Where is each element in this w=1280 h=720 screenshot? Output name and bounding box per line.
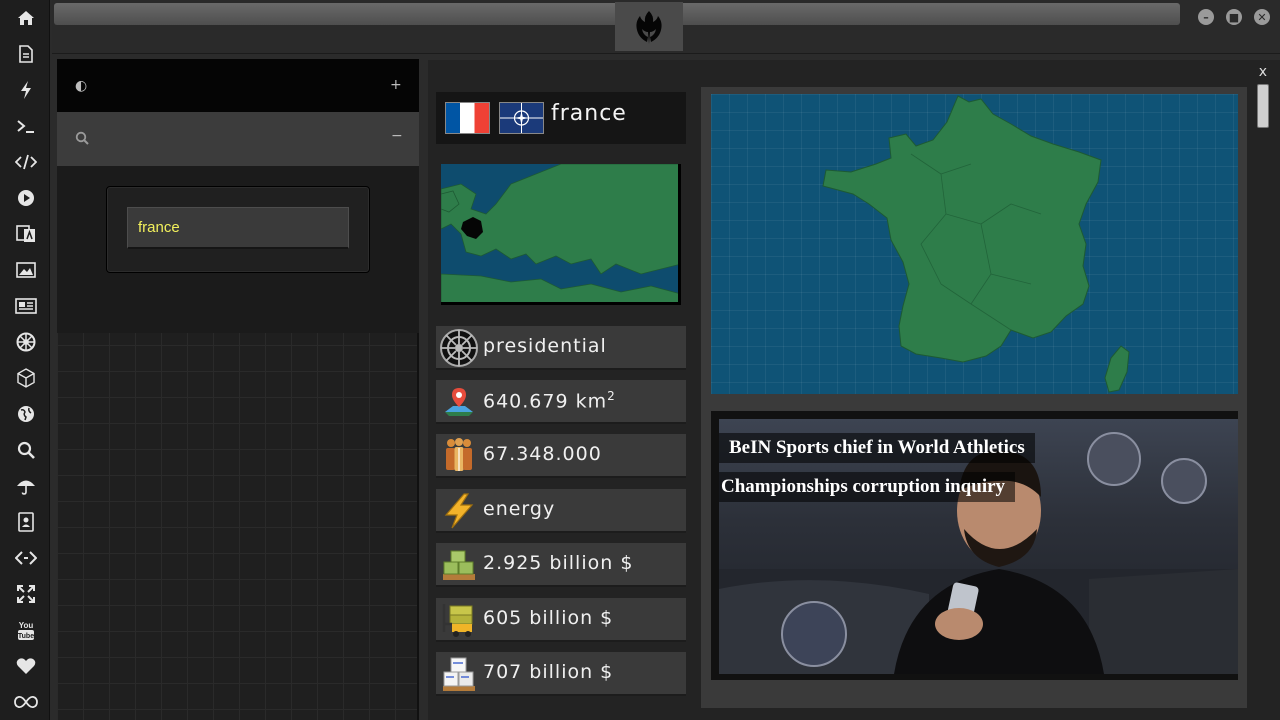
svg-text:Tube: Tube xyxy=(18,633,34,640)
translate-icon[interactable] xyxy=(13,221,39,247)
empire-icon[interactable] xyxy=(13,329,39,355)
locator-map xyxy=(441,164,681,305)
resource-stat: energy xyxy=(436,489,686,533)
population-value: 67.348.000 xyxy=(483,443,602,465)
france-flag-icon xyxy=(445,102,490,134)
heart-icon[interactable] xyxy=(13,653,39,679)
people-icon xyxy=(439,436,479,476)
money-stack-icon xyxy=(439,545,479,585)
gdp-stat: 2.925 billion $ xyxy=(436,543,686,587)
rebel-alliance-icon xyxy=(636,10,662,44)
home-icon[interactable] xyxy=(13,5,39,31)
lightning-icon[interactable] xyxy=(13,77,39,103)
lightning-icon xyxy=(439,491,479,531)
resource-value: energy xyxy=(483,498,556,520)
code-icon[interactable] xyxy=(13,149,39,175)
close-panel-button[interactable]: x xyxy=(1259,64,1267,80)
boxes-icon xyxy=(439,654,479,694)
empire-icon xyxy=(439,328,479,368)
image-icon[interactable] xyxy=(13,257,39,283)
country-header: france xyxy=(436,92,686,144)
forklift-icon xyxy=(439,600,479,640)
search-body xyxy=(57,166,419,333)
government-stat: presidential xyxy=(436,326,686,370)
contacts-icon[interactable] xyxy=(13,509,39,535)
icon-rail: You Tube xyxy=(0,0,50,720)
panel-header: ◐ + xyxy=(57,59,419,112)
expand-icon[interactable] xyxy=(13,581,39,607)
scrollbar-thumb[interactable] xyxy=(1257,84,1269,128)
newspaper-icon[interactable] xyxy=(13,293,39,319)
youtube-icon[interactable]: You Tube xyxy=(13,617,39,643)
polygon-icon[interactable] xyxy=(13,365,39,391)
country-search-input[interactable] xyxy=(127,207,349,249)
maximize-button[interactable]: ■ xyxy=(1226,9,1242,25)
close-window-button[interactable]: ✕ xyxy=(1254,9,1270,25)
document-icon[interactable] xyxy=(13,41,39,67)
rebel-alliance-logo xyxy=(615,2,683,51)
code-brackets-icon[interactable] xyxy=(13,545,39,571)
contrast-icon[interactable]: ◐ xyxy=(75,78,87,94)
news-headline-line2: Championships corruption inquiry xyxy=(719,472,1016,502)
map-pin-icon xyxy=(439,382,479,422)
area-unit-exponent: 2 xyxy=(607,389,616,403)
gdp-value: 2.925 billion $ xyxy=(483,552,634,574)
svg-text:You: You xyxy=(19,621,34,630)
nato-flag-icon xyxy=(499,102,544,134)
population-stat: 67.348.000 xyxy=(436,434,686,478)
country-map[interactable] xyxy=(711,94,1238,394)
search-icon[interactable] xyxy=(75,131,89,149)
search-box xyxy=(106,186,370,273)
minimize-button[interactable]: – xyxy=(1198,9,1214,25)
news-headline-line1: BeIN Sports chief in World Athletics xyxy=(719,433,1035,463)
exports-value: 605 billion $ xyxy=(483,607,614,629)
news-photo: BeIN Sports chief in World Athletics Cha… xyxy=(719,419,1238,674)
search-header: − xyxy=(57,112,419,166)
terminal-icon[interactable] xyxy=(13,113,39,139)
umbrella-icon[interactable] xyxy=(13,473,39,499)
infinity-icon[interactable] xyxy=(13,689,39,715)
play-icon[interactable] xyxy=(13,185,39,211)
exports-stat: 605 billion $ xyxy=(436,598,686,642)
country-name: france xyxy=(551,101,627,126)
search-panel: ◐ + − xyxy=(57,59,419,720)
globe-icon[interactable] xyxy=(13,401,39,427)
area-stat: 640.679 km2 xyxy=(436,380,686,424)
search-icon[interactable] xyxy=(13,437,39,463)
imports-value: 707 billion $ xyxy=(483,661,614,683)
area-value: 640.679 km2 xyxy=(483,389,616,412)
minus-icon[interactable]: − xyxy=(391,128,403,144)
plus-icon[interactable]: + xyxy=(390,77,402,93)
government-value: presidential xyxy=(483,335,607,357)
title-bar: – ■ ✕ xyxy=(52,0,1280,54)
area-number: 640.679 km xyxy=(483,390,608,413)
news-card[interactable]: BeIN Sports chief in World Athletics Cha… xyxy=(711,411,1238,680)
country-panel: france presidential 640.679 km2 67.348.0… xyxy=(428,60,1280,720)
imports-stat: 707 billion $ xyxy=(436,652,686,696)
